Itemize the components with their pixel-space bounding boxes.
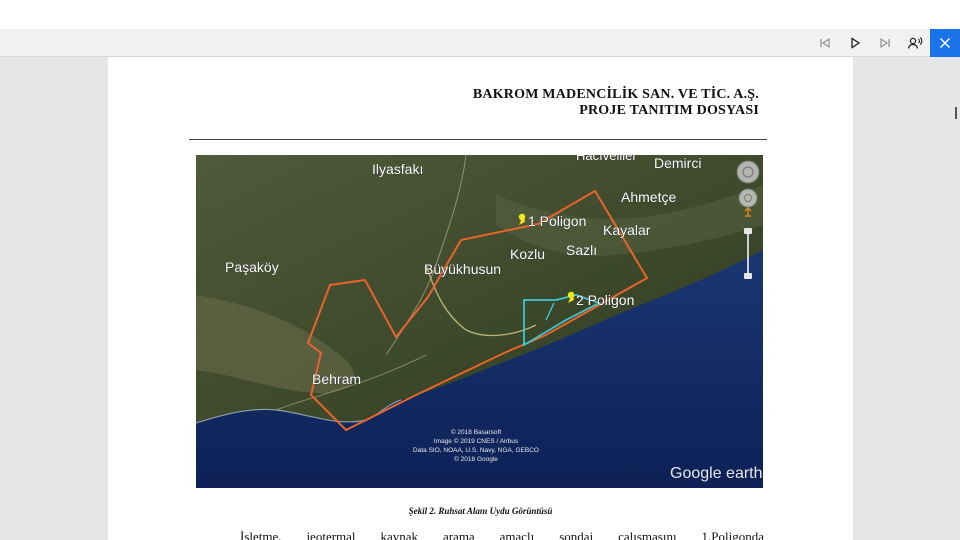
read-aloud-toolbar <box>0 29 960 57</box>
document-page: BAKROM MADENCİLİK SAN. VE TİC. A.Ş. PROJ… <box>108 57 853 540</box>
close-icon <box>940 38 950 48</box>
credit-line-3: Data SIO, NOAA, U.S. Navy, NGA, GEBCO <box>413 447 539 454</box>
compass-icon[interactable] <box>736 160 760 184</box>
place-label-buyukhusun: Büyükhusun <box>424 261 501 277</box>
place-label-kozlu: Kozlu <box>510 246 545 262</box>
place-label-top: Hacıveliler <box>576 155 637 163</box>
window-top-strip <box>0 0 960 29</box>
place-label-ilyasfaki: Ilyasfakı <box>372 161 423 177</box>
previous-button[interactable] <box>810 29 840 57</box>
zoom-out-icon[interactable] <box>744 273 752 279</box>
voice-settings-button[interactable] <box>900 29 930 57</box>
skip-previous-icon <box>820 37 830 49</box>
place-label-pasakoy: Paşaköy <box>225 259 279 275</box>
zoom-in-icon[interactable] <box>744 228 752 234</box>
close-button[interactable] <box>930 29 960 57</box>
place-label-behram: Behram <box>312 371 361 387</box>
place-label-sazli: Sazlı <box>566 242 597 258</box>
polygon-2-label: 2 Poligon <box>576 292 634 308</box>
look-around-icon[interactable] <box>738 188 758 208</box>
skip-next-icon <box>880 37 890 49</box>
google-earth-logo: Google earth <box>670 465 763 482</box>
scroll-indicator <box>955 107 957 119</box>
place-label-demirci: Demirci <box>654 155 701 171</box>
credit-line-4: © 2018 Google <box>454 455 498 463</box>
document-title: PROJE TANITIM DOSYASI <box>579 103 759 118</box>
satellite-map: Hacıveliler Ilyasfakı Demirci Ahmetçe Ka… <box>196 155 763 488</box>
play-icon <box>851 37 861 49</box>
credit-line-1: © 2018 Basarsoft <box>451 428 502 436</box>
document-header: BAKROM MADENCİLİK SAN. VE TİC. A.Ş. PROJ… <box>473 87 759 119</box>
polygon-1-label: 1 Poligon <box>528 213 586 229</box>
company-name: BAKROM MADENCİLİK SAN. VE TİC. A.Ş. <box>472 87 759 102</box>
place-label-ahmetce: Ahmetçe <box>621 189 676 205</box>
header-rule <box>189 139 767 140</box>
next-button[interactable] <box>870 29 900 57</box>
credit-line-2: Image © 2019 CNES / Airbus <box>434 437 519 445</box>
figure-caption: Şekil 2. Ruhsat Alanı Uydu Görüntüsü <box>408 506 553 516</box>
play-button[interactable] <box>840 29 870 57</box>
read-aloud-voice-icon <box>907 37 923 49</box>
body-text-line: İşletme, jeotermal kaynak arama amaçlı s… <box>240 529 764 540</box>
satellite-map-figure: Hacıveliler Ilyasfakı Demirci Ahmetçe Ka… <box>196 155 763 488</box>
place-label-kayalar: Kayalar <box>603 222 651 238</box>
